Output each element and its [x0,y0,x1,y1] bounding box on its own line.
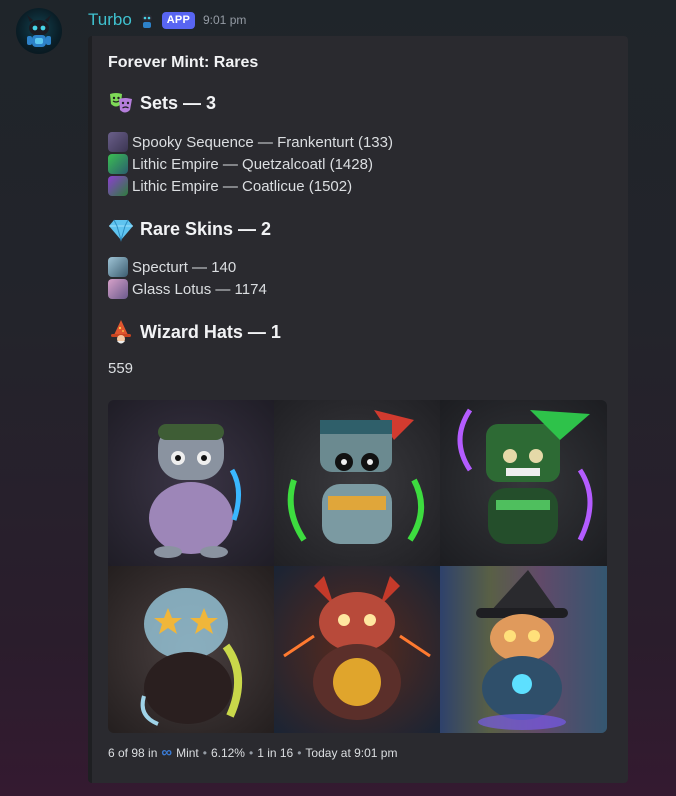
username[interactable]: Turbo [88,10,132,30]
skin-item: Specturt — 140 [108,257,236,277]
theater-masks-icon [108,90,134,116]
image-gallery [108,400,607,733]
message-header: Turbo APP 9:01 pm [88,9,246,31]
footer-mint: Mint [176,745,199,760]
hats-heading: Wizard Hats — 1 [108,319,281,345]
set-item: Lithic Empire — Quetzalcoatl (1428) [108,154,373,174]
set-item-text: Lithic Empire — Quetzalcoatl (1428) [132,155,373,173]
quetzalcoatl-emoji-icon [108,154,128,174]
set-item: Spooky Sequence — Frankenturt (133) [108,132,393,152]
robot-emoji-icon [138,11,156,29]
hats-heading-text: Wizard Hats — 1 [140,321,281,342]
skin-item: Glass Lotus — 1174 [108,279,267,299]
infinity-icon: ∞ [161,744,173,761]
coatlicue-emoji-icon [108,176,128,196]
skin-item-text: Glass Lotus — 1174 [132,280,267,298]
wizard-icon [108,319,134,345]
frankenturt-image[interactable] [108,400,274,566]
set-item-text: Lithic Empire — Coatlicue (1502) [132,177,353,195]
gem-icon [108,216,134,242]
set-item-text: Spooky Sequence — Frankenturt (133) [132,133,393,151]
demon-turtle-image[interactable] [274,566,440,733]
skins-heading-text: Rare Skins — 2 [140,218,272,239]
message-timestamp[interactable]: 9:01 pm [203,13,246,27]
embed-footer: 6 of 98 in ∞ Mint • 6.12% • 1 in 16 • To… [108,744,397,761]
specturt-emoji-icon [108,257,128,277]
rich-embed: Forever Mint: Rares Sets — 3 Spooky Sequ… [88,36,628,783]
frankenturt-emoji-icon [108,132,128,152]
footer-time: Today at 9:01 pm [305,745,398,760]
set-item: Lithic Empire — Coatlicue (1502) [108,176,352,196]
coatlicue-image[interactable] [440,400,607,566]
footer-count: 6 of 98 in [108,745,158,760]
chat-message: Turbo APP 9:01 pm Forever Mint: Rares Se… [0,0,676,796]
robot-avatar-icon [27,15,51,47]
app-badge: APP [161,11,195,29]
footer-separator: • [248,745,254,760]
hats-value: 559 [108,360,133,377]
embed-title: Forever Mint: Rares [108,54,259,71]
sets-heading: Sets — 3 [108,90,216,116]
footer-percent: 6.12% [210,745,245,760]
footer-separator: • [202,745,207,760]
ghost-turtle-image[interactable] [108,566,274,733]
bot-avatar[interactable] [16,8,62,54]
sets-heading-text: Sets — 3 [140,92,217,113]
hats-value-text: 559 [108,360,134,377]
quetzalcoatl-image[interactable] [274,400,440,566]
skins-heading: Rare Skins — 2 [108,216,271,242]
glass-lotus-emoji-icon [108,279,128,299]
footer-separator: • [297,745,302,760]
footer-odds: 1 in 16 [257,745,294,760]
wizard-turtle-image[interactable] [440,566,607,733]
skin-item-text: Specturt — 140 [132,258,237,276]
